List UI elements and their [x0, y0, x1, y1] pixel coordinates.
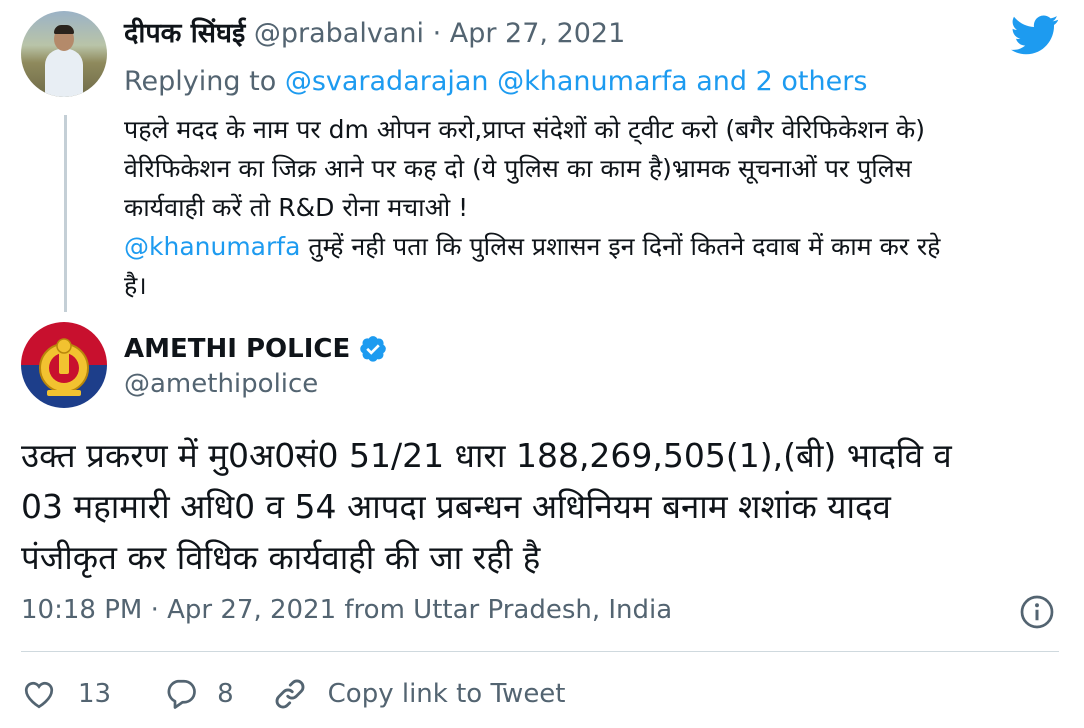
police-avatar[interactable] — [21, 322, 107, 408]
main-author-handle[interactable]: @amethipolice — [124, 365, 318, 403]
copy-link-label: Copy link to Tweet — [327, 679, 566, 709]
tweet-text-fragment: तुम्हें नही पता कि पुलिस प्रशासन इन दिनो… — [300, 232, 941, 261]
tweet-date[interactable]: Apr 27, 2021 — [167, 595, 336, 625]
parent-author-handle[interactable]: @prabalvani — [254, 18, 424, 49]
avatar-shirt — [45, 49, 83, 97]
tweet-text-line: उक्त प्रकरण में मु0अ0सं0 51/21 धारा 188,… — [21, 436, 952, 475]
twitter-bird-icon[interactable] — [1011, 14, 1059, 56]
like-button[interactable]: 13 — [21, 676, 111, 712]
verified-badge-icon — [360, 336, 387, 362]
parent-tweet-header: दीपक सिंघई @prabalvani · Apr 27, 2021 — [124, 14, 625, 54]
tweet-text-line: कार्यवाही करें तो R&D रोना मचाओ ! — [124, 193, 469, 222]
reply-others-link[interactable]: and 2 others — [696, 66, 867, 97]
tweet-source: from Uttar Pradesh, India — [344, 595, 673, 625]
reply-mention-link[interactable]: @svaradarajan — [285, 66, 489, 97]
tweet-text-line: वेरिफिकेशन का जिक्र आने पर कह दो (ये पुल… — [124, 154, 912, 183]
tweet-text-line: पंजीकृत कर विधिक कार्यवाही की जा रही है — [21, 538, 541, 577]
action-bar: 13 8 Copy link to Tweet — [21, 672, 566, 716]
main-tweet-text: उक्त प्रकरण में मु0अ0सं0 51/21 धारा 188,… — [21, 430, 1061, 583]
replying-to: Replying to @svaradarajan @khanumarfa an… — [124, 62, 867, 102]
meta-separator: · — [150, 595, 159, 625]
tweet-text-line: पहले मदद के नाम पर dm ओपन करो,प्राप्त सं… — [124, 115, 925, 144]
tweet-text-line: है। — [124, 271, 147, 300]
police-emblem-icon — [39, 338, 89, 396]
main-author-name[interactable]: AMETHI POLICE — [124, 330, 350, 368]
reply-bubble-icon — [167, 679, 196, 709]
info-icon[interactable] — [1019, 594, 1055, 630]
heart-icon — [24, 681, 54, 709]
tweet-text-line: 03 महामारी अधि0 व 54 आपदा प्रबन्धन अधिनि… — [21, 487, 891, 526]
tweet-time[interactable]: 10:18 PM — [21, 595, 142, 625]
tweet-meta: 10:18 PM · Apr 27, 2021 from Uttar Prade… — [21, 590, 672, 630]
like-count: 13 — [78, 679, 112, 709]
avatar-hair — [54, 25, 74, 34]
parent-tweet-text: पहले मदद के नाम पर dm ओपन करो,प्राप्त सं… — [124, 110, 1069, 305]
link-icon — [275, 679, 305, 709]
reply-mention-link[interactable]: @khanumarfa — [497, 66, 688, 97]
main-author-name-row: AMETHI POLICE — [124, 330, 388, 368]
thread-line — [64, 115, 67, 312]
copy-link-button[interactable]: Copy link to Tweet — [272, 676, 566, 712]
header-separator: · — [432, 18, 442, 49]
reply-button[interactable]: 8 — [163, 676, 234, 712]
reply-count: 8 — [217, 679, 234, 709]
divider — [21, 651, 1059, 652]
tweet-text-line: @khanumarfa तुम्हें नही पता कि पुलिस प्र… — [124, 227, 1069, 266]
mention-link[interactable]: @khanumarfa — [124, 232, 300, 261]
avatar[interactable] — [21, 11, 107, 97]
parent-tweet-date[interactable]: Apr 27, 2021 — [450, 18, 626, 49]
replying-prefix: Replying to — [124, 66, 277, 97]
parent-author-name[interactable]: दीपक सिंघई — [124, 18, 245, 49]
